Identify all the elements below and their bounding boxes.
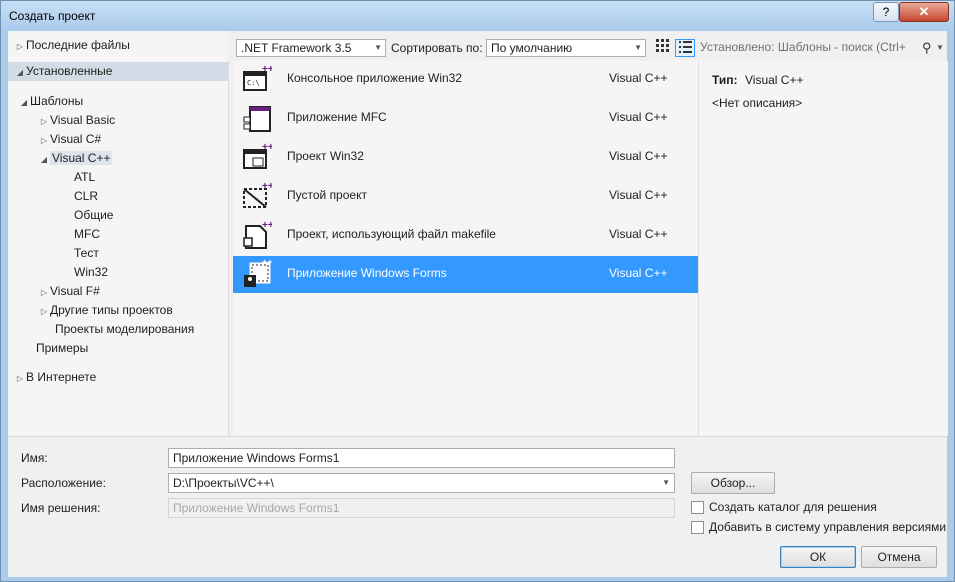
new-project-dialog: Создать проект ? ✕ ▷ Последние файлы ◢ Уст… [0,0,955,582]
svg-text:++: ++ [262,259,272,267]
help-button[interactable]: ? [873,2,899,22]
grid-view-icon[interactable] [652,39,672,57]
tree-item-test[interactable]: Тест [74,244,99,263]
window-title: Создать проект [9,9,96,23]
name-label: Имя: [21,451,48,465]
solution-name-input[interactable]: Приложение Windows Forms1 [168,498,675,518]
tree-item-fsharp[interactable]: ▷ Visual F# [38,282,100,301]
expand-triangle-icon[interactable]: ▷ [38,131,50,150]
cancel-button[interactable]: Отмена [861,546,937,568]
collapse-triangle-icon[interactable]: ◢ [38,150,50,169]
solution-name-label: Имя решения: [21,501,101,515]
dropdown-arrow-icon: ▼ [634,43,642,52]
empty-project-icon: ++ [243,181,272,208]
dialog-client: ▷ Последние файлы ◢ Установленные ◢ Шаблоны… [8,31,948,577]
tree-item-clr[interactable]: CLR [74,187,98,206]
tree-item-vb[interactable]: ▷ Visual Basic [38,111,115,130]
collapse-triangle-icon[interactable]: ◢ [14,63,26,82]
expand-triangle-icon[interactable]: ▷ [14,369,26,388]
svg-text:++: ++ [262,181,272,192]
tree-item-mfc[interactable]: MFC [74,225,100,244]
expand-triangle-icon[interactable]: ▷ [38,112,50,131]
add-to-source-control-checkbox[interactable] [691,521,704,534]
expand-triangle-icon[interactable]: ▷ [38,283,50,302]
expand-triangle-icon[interactable]: ▷ [14,37,26,56]
template-row[interactable]: ++ Проект, использующий файл makefile Vi… [233,217,698,254]
dropdown-arrow-icon: ▼ [374,43,382,52]
collapse-triangle-icon[interactable]: ◢ [18,93,30,112]
windows-forms-icon: ++ [244,259,272,287]
tree-item-other[interactable]: ▷ Другие типы проектов [38,301,173,320]
win32-project-icon: ++ [243,142,272,169]
tree-item-installed[interactable]: ◢ Установленные [8,62,228,81]
makefile-project-icon: ++ [243,220,272,249]
tree-item-samples[interactable]: Примеры [36,339,88,358]
tree-item-csharp[interactable]: ▷ Visual C# [38,130,101,149]
template-row[interactable]: ++ Проект Win32 Visual C++ [233,139,698,176]
svg-text:++: ++ [262,142,272,153]
search-icon[interactable]: ⚲ [922,40,932,56]
search-dropdown-icon[interactable]: ▼ [936,43,944,52]
template-toolbar: .NET Framework 3.5 ▼ Сортировать по: По у… [228,31,947,61]
tree-item-vcpp[interactable]: ◢ Visual C++ [38,149,113,169]
template-row[interactable]: Приложение MFC Visual C++ [233,100,698,137]
template-row[interactable]: ++ Пустой проект Visual C++ [233,178,698,215]
mfc-app-icon [243,106,271,132]
expand-triangle-icon[interactable]: ▷ [38,302,50,321]
type-label: Тип: [712,73,738,87]
tree-item-recent[interactable]: ▷ Последние файлы [14,36,130,55]
framework-combo[interactable]: .NET Framework 3.5 ▼ [236,39,386,57]
create-directory-checkbox[interactable] [691,501,704,514]
svg-text:++: ++ [262,220,272,231]
location-combo[interactable]: D:\Проекты\VC++\ ▼ [168,473,675,493]
sort-label: Сортировать по: [391,41,483,55]
tree-item-general[interactable]: Общие [74,206,113,225]
ok-button[interactable]: ОК [780,546,856,568]
tree-item-atl[interactable]: ATL [74,168,95,187]
template-list: C:\ ++ Консольное приложение Win32 Visual… [233,61,698,436]
browse-button[interactable]: Обзор... [691,472,775,494]
name-input[interactable]: Приложение Windows Forms1 [168,448,675,468]
template-row-selected[interactable]: ++ Приложение Windows Forms Visual C++ [233,256,698,293]
create-directory-label: Создать каталог для решения [709,500,877,514]
template-details: Тип: Visual C++ <Нет описания> [698,61,948,436]
console-app-icon: C:\++ [243,64,272,91]
title-bar: Создать проект ? ✕ [1,1,954,31]
dropdown-arrow-icon: ▼ [662,478,670,487]
description-text: <Нет описания> [712,96,803,110]
template-tree: ▷ Последние файлы ◢ Установленные ◢ Шаблоны… [8,31,229,436]
tree-item-win32[interactable]: Win32 [74,263,108,282]
list-view-icon[interactable] [675,39,695,57]
close-button[interactable]: ✕ [899,2,949,22]
add-to-source-control-label: Добавить в систему управления версиями [709,520,947,534]
project-form: Имя: Приложение Windows Forms1 Расположе… [8,436,947,577]
location-label: Расположение: [21,476,106,490]
search-input[interactable]: Установлено: Шаблоны - поиск (Ctrl+ [700,37,940,57]
template-row[interactable]: C:\ ++ Консольное приложение Win32 Visual… [233,61,698,98]
type-value: Visual C++ [745,73,804,87]
svg-text:++: ++ [262,64,272,75]
tree-item-online[interactable]: ▷ В Интернете [14,368,96,387]
tree-item-templates[interactable]: ◢ Шаблоны [18,92,83,111]
sort-combo[interactable]: По умолчанию ▼ [486,39,646,57]
tree-item-modeling[interactable]: Проекты моделирования [55,320,194,339]
svg-text:C:\: C:\ [247,79,260,87]
